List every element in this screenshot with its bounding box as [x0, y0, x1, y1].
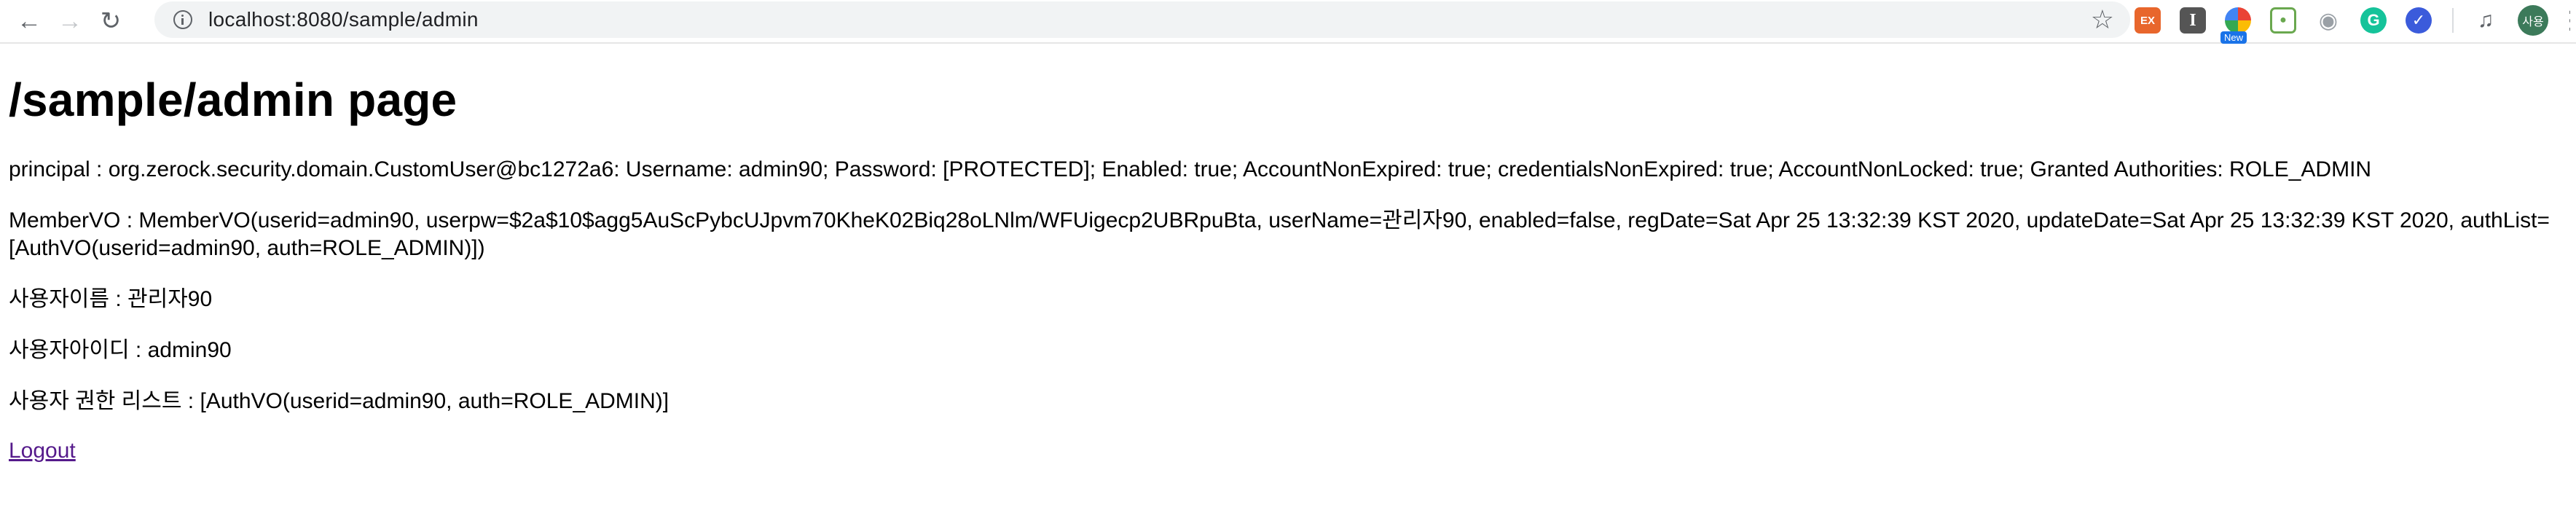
user-name-text: 사용자이름 : 관리자90: [9, 287, 213, 311]
address-bar[interactable]: localhost:8080/sample/admin ☆: [154, 1, 2130, 38]
bag-extension-icon[interactable]: ●: [2270, 7, 2296, 34]
rainbow-extension-icon[interactable]: New: [2220, 7, 2251, 44]
back-icon[interactable]: ←: [9, 1, 50, 42]
profile-avatar[interactable]: 사용: [2518, 5, 2548, 36]
i-extension-icon[interactable]: I: [2180, 7, 2206, 34]
bookmark-star-icon[interactable]: ☆: [2091, 4, 2114, 35]
new-badge: New: [2220, 31, 2247, 44]
extensions-area: EX I New ● ◉ G ✓ ♫ 사용 ⋮: [2116, 0, 2570, 44]
toolbar-divider: [2452, 8, 2454, 33]
site-info-icon[interactable]: [173, 10, 192, 29]
menu-kebab-icon[interactable]: ⋮: [2559, 6, 2570, 35]
principal-text: principal : org.zerock.security.domain.C…: [9, 157, 2372, 181]
forward-icon[interactable]: →: [50, 1, 90, 42]
media-control-icon[interactable]: ♫: [2473, 7, 2499, 34]
page-content: /sample/admin page principal : org.zeroc…: [0, 73, 2576, 463]
member-vo-text: MemberVO : MemberVO(userid=admin90, user…: [9, 208, 2550, 260]
ex-extension-icon[interactable]: EX: [2135, 7, 2161, 34]
user-id-text: 사용자아이디 : admin90: [9, 338, 232, 362]
auth-list-text: 사용자 권한 리스트 : [AuthVO(userid=admin90, aut…: [9, 389, 669, 413]
camera-extension-icon[interactable]: ◉: [2315, 7, 2341, 34]
browser-toolbar: ← → ↻ localhost:8080/sample/admin ☆ EX I…: [0, 0, 2576, 44]
url-text[interactable]: localhost:8080/sample/admin: [208, 8, 479, 31]
check-extension-icon[interactable]: ✓: [2406, 7, 2432, 34]
grammarly-extension-icon[interactable]: G: [2360, 7, 2387, 34]
logout-link[interactable]: Logout: [9, 439, 76, 463]
page-heading: /sample/admin page: [9, 74, 458, 126]
reload-icon[interactable]: ↻: [90, 1, 131, 42]
